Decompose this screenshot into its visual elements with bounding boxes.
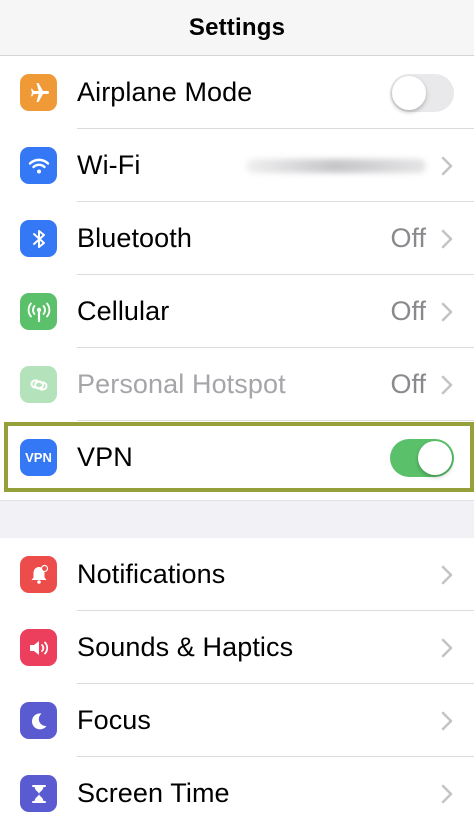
screen-time-row[interactable]: Screen Time — [0, 757, 474, 830]
notifications-label: Notifications — [77, 559, 226, 589]
chevron-right-icon — [441, 229, 453, 249]
chevron-right-icon — [441, 784, 453, 804]
personal-hotspot-value: Off — [390, 369, 426, 399]
cellular-value: Off — [390, 296, 426, 326]
bluetooth-icon — [20, 220, 57, 257]
airplane-mode-label: Airplane Mode — [77, 77, 253, 107]
notifications-row[interactable]: Notifications — [0, 538, 474, 611]
navigation-bar: Settings — [0, 0, 474, 56]
airplane-icon — [20, 74, 57, 111]
toggle-knob — [418, 441, 452, 475]
vpn-toggle[interactable] — [390, 439, 454, 477]
focus-label: Focus — [77, 705, 152, 735]
vpn-icon: VPN — [20, 439, 57, 476]
chevron-right-icon — [441, 565, 453, 585]
chevron-right-icon — [441, 638, 453, 658]
section-gap — [0, 500, 474, 539]
personal-hotspot-label: Personal Hotspot — [77, 369, 286, 399]
hotspot-icon — [20, 366, 57, 403]
bluetooth-row[interactable]: Bluetooth Off — [0, 202, 474, 275]
bluetooth-value: Off — [390, 223, 426, 253]
hourglass-icon — [20, 775, 57, 812]
vpn-label: VPN — [77, 442, 133, 472]
sounds-haptics-row[interactable]: Sounds & Haptics — [0, 611, 474, 684]
wifi-network-name-redacted — [246, 159, 426, 173]
wifi-row[interactable]: Wi-Fi — [0, 129, 474, 202]
chevron-right-icon — [441, 156, 453, 176]
vpn-icon-text: VPN — [25, 450, 52, 465]
moon-icon — [20, 702, 57, 739]
chevron-right-icon — [441, 711, 453, 731]
general-group: Notifications Sounds & Haptics Focus Scr… — [0, 538, 474, 830]
wifi-label: Wi-Fi — [77, 150, 141, 180]
sounds-haptics-label: Sounds & Haptics — [77, 632, 294, 662]
airplane-mode-toggle[interactable] — [390, 74, 454, 112]
chevron-right-icon — [441, 302, 453, 322]
cellular-label: Cellular — [77, 296, 170, 326]
airplane-mode-row[interactable]: Airplane Mode — [0, 56, 474, 129]
notifications-icon — [20, 556, 57, 593]
connectivity-group: Airplane Mode Wi-Fi Bluetooth Off Cellul… — [0, 56, 474, 494]
toggle-knob — [392, 76, 426, 110]
cellular-row[interactable]: Cellular Off — [0, 275, 474, 348]
speaker-icon — [20, 629, 57, 666]
vpn-row[interactable]: VPN VPN — [0, 421, 474, 494]
personal-hotspot-row[interactable]: Personal Hotspot Off — [0, 348, 474, 421]
chevron-right-icon — [441, 375, 453, 395]
bluetooth-label: Bluetooth — [77, 223, 192, 253]
page-title: Settings — [188, 13, 286, 41]
screen-time-label: Screen Time — [77, 778, 230, 808]
wifi-icon — [20, 147, 57, 184]
focus-row[interactable]: Focus — [0, 684, 474, 757]
cellular-icon — [20, 293, 57, 330]
